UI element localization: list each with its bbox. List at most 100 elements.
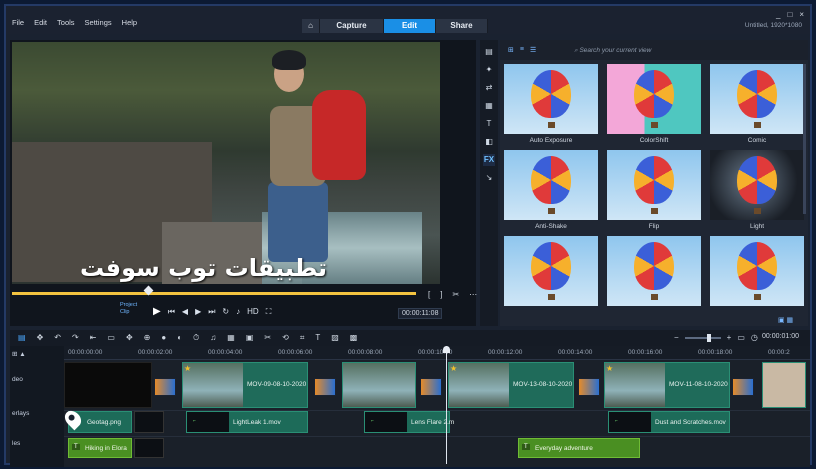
transition-clip[interactable] bbox=[420, 378, 442, 396]
text-icon[interactable]: T bbox=[315, 333, 320, 343]
effect-item[interactable]: Auto Exposure bbox=[504, 64, 598, 148]
track-manager-icon[interactable]: ✥ bbox=[37, 333, 44, 343]
split-icon[interactable]: ✂ bbox=[452, 290, 459, 299]
video-clip-black[interactable] bbox=[64, 362, 152, 408]
preview-video[interactable]: تطبيقات توب سوفت bbox=[12, 42, 440, 284]
snapshot-icon[interactable]: ▣ bbox=[246, 333, 254, 343]
pan-zoom-icon[interactable]: ⊕ bbox=[144, 333, 151, 343]
audio-icon[interactable]: ♫ bbox=[210, 333, 216, 343]
rotate-icon[interactable]: ⟲ bbox=[282, 333, 289, 343]
zoom-out-icon[interactable]: − bbox=[674, 333, 679, 342]
mark-out-icon[interactable]: ] bbox=[440, 290, 442, 299]
storyboard-view-icon[interactable]: ▤ bbox=[18, 333, 26, 343]
effect-item[interactable]: Comic bbox=[710, 64, 804, 148]
mask-icon[interactable]: ◐ bbox=[177, 333, 182, 343]
media-icon[interactable]: ▤ bbox=[483, 46, 495, 58]
redo-icon[interactable]: ↷ bbox=[72, 333, 79, 343]
transition-icon[interactable]: ⇄ bbox=[483, 82, 495, 94]
zoom-in-icon[interactable]: + bbox=[727, 333, 732, 342]
overlay-clip[interactable]: ⌐ Lens Flare 2.m bbox=[364, 411, 454, 433]
transition-clip[interactable] bbox=[578, 378, 600, 396]
motion-icon[interactable]: ✥ bbox=[126, 333, 133, 343]
overlay-clip[interactable] bbox=[134, 411, 164, 433]
library-search-input[interactable]: ⌕ Search your current view bbox=[574, 47, 651, 55]
effect-item[interactable]: Light bbox=[710, 150, 804, 234]
split-audio-icon[interactable]: ✂ bbox=[264, 333, 271, 343]
tab-capture[interactable]: Capture bbox=[320, 19, 384, 33]
show-all-tracks-icon[interactable]: ⊞ ▲ bbox=[12, 350, 26, 358]
tab-edit[interactable]: Edit bbox=[384, 19, 436, 33]
clock-icon[interactable]: ◷ bbox=[751, 333, 758, 342]
zoom-slider[interactable] bbox=[684, 333, 721, 342]
hd-toggle[interactable]: HD bbox=[247, 307, 259, 316]
effect-item[interactable]: Anti-Shake bbox=[504, 150, 598, 234]
transition-clip[interactable] bbox=[314, 378, 336, 396]
video-clip[interactable]: ★ MOV-09-08-10-2020 bbox=[182, 362, 308, 408]
end-icon[interactable]: ⏭ bbox=[208, 307, 215, 317]
playback-scrubber[interactable] bbox=[12, 292, 416, 295]
list-view-icon[interactable]: ☰ bbox=[530, 46, 536, 54]
home-icon[interactable]: ⌂ bbox=[302, 19, 320, 33]
menu-help[interactable]: Help bbox=[122, 18, 137, 27]
title-clip[interactable]: T Hiking in Elora bbox=[68, 438, 132, 458]
title-clip[interactable]: T Everyday adventure bbox=[518, 438, 640, 458]
timeline-timecode[interactable]: 00:00:01:00 bbox=[762, 333, 799, 340]
library-scrollbar[interactable] bbox=[803, 64, 806, 214]
effect-item[interactable] bbox=[710, 236, 804, 320]
crop-icon[interactable]: ⌗ bbox=[300, 333, 305, 343]
fullscreen-icon[interactable]: ⛶ bbox=[266, 307, 272, 317]
overlay-icon[interactable]: ◧ bbox=[483, 136, 495, 148]
ruler-tick: 00:00:06:00 bbox=[278, 349, 313, 356]
video-clip[interactable]: ★ MOV-13-08-10-2020 bbox=[448, 362, 574, 408]
effect-item[interactable]: ColorShift bbox=[607, 64, 701, 148]
undo-icon[interactable]: ↶ bbox=[54, 333, 61, 343]
player-timecode[interactable]: 00:00:11:08 bbox=[398, 308, 443, 319]
effect-item[interactable] bbox=[607, 236, 701, 320]
menu-file[interactable]: File bbox=[12, 18, 24, 27]
graphics-icon[interactable]: ▦ bbox=[483, 100, 495, 112]
export-icon[interactable]: ▩ bbox=[350, 333, 358, 343]
next-frame-icon[interactable]: ▶ bbox=[195, 307, 201, 316]
mix-icon[interactable]: ▨ bbox=[331, 333, 339, 343]
menu-edit[interactable]: Edit bbox=[34, 18, 47, 27]
more-icon[interactable]: ⋯ bbox=[469, 290, 477, 299]
play-icon[interactable]: ▶ bbox=[153, 306, 161, 317]
transition-clip[interactable] bbox=[154, 378, 176, 396]
video-clip[interactable] bbox=[762, 362, 806, 408]
minimize-icon[interactable]: _ bbox=[776, 10, 780, 19]
maximize-icon[interactable]: □ bbox=[787, 10, 792, 19]
instant-project-icon[interactable]: ✦ bbox=[483, 64, 495, 76]
timeline-playhead[interactable] bbox=[443, 346, 450, 464]
transition-clip[interactable] bbox=[732, 378, 754, 396]
view-toggle-icon[interactable]: ⊞ bbox=[508, 46, 514, 54]
color-icon[interactable]: ● bbox=[161, 333, 166, 343]
path-icon[interactable]: ↘ bbox=[483, 172, 495, 184]
subtitle-icon[interactable]: ▭ bbox=[107, 333, 115, 343]
prev-frame-icon[interactable]: ◀ bbox=[182, 307, 188, 316]
fit-icon[interactable]: ▭ bbox=[737, 333, 745, 342]
speed-icon[interactable]: ⏱ bbox=[193, 333, 199, 343]
multicam-icon[interactable]: ▦ bbox=[227, 333, 235, 343]
effect-item[interactable] bbox=[504, 236, 598, 320]
video-clip[interactable]: ★ MOV-11-08-10-2020 bbox=[604, 362, 730, 408]
mark-in-icon[interactable]: [ bbox=[428, 290, 430, 299]
effect-item[interactable]: Flip bbox=[607, 150, 701, 234]
timeline-ruler[interactable]: 00:00:00:00 00:00:02:00 00:00:04:00 00:00:0… bbox=[64, 346, 810, 360]
clip-name: Hiking in Elora bbox=[85, 445, 127, 452]
menu-tools[interactable]: Tools bbox=[57, 18, 75, 27]
overlay-clip[interactable]: ⌐ LightLeak 1.mov bbox=[186, 411, 308, 433]
fx-icon[interactable]: FX bbox=[483, 154, 495, 166]
ripple-icon[interactable]: ⇤ bbox=[90, 333, 97, 343]
title-icon[interactable]: T bbox=[483, 118, 495, 130]
close-icon[interactable]: × bbox=[799, 10, 804, 19]
title-clip[interactable] bbox=[134, 438, 164, 458]
library-footer-icons[interactable]: ▣ ▦ bbox=[778, 316, 793, 324]
tab-share[interactable]: Share bbox=[436, 19, 488, 33]
volume-icon[interactable]: ♪ bbox=[236, 307, 240, 316]
home-start-icon[interactable]: ⏮ bbox=[168, 307, 175, 317]
menu-settings[interactable]: Settings bbox=[85, 18, 112, 27]
sort-icon[interactable]: ≡ bbox=[520, 46, 524, 54]
overlay-clip[interactable]: ⌐ Dust and Scratches.mov bbox=[608, 411, 730, 433]
video-clip[interactable] bbox=[342, 362, 416, 408]
repeat-icon[interactable]: ↻ bbox=[222, 307, 229, 316]
